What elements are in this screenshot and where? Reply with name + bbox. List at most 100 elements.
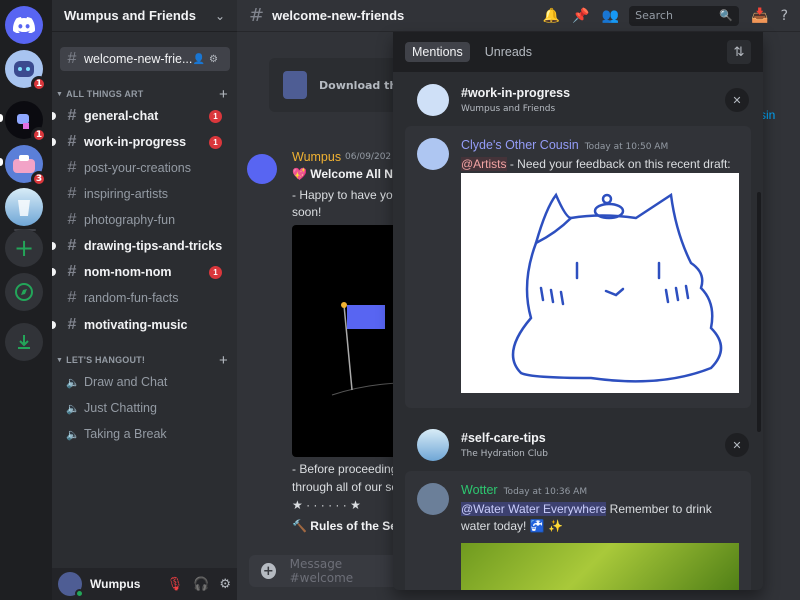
category-lets-hangout[interactable]: ▼ LET'S HANGOUT! + [56,352,232,369]
tab-mentions[interactable]: Mentions [405,42,470,62]
image-attachment[interactable] [461,173,739,393]
category-label: ALL THINGS ART [66,89,144,99]
channel-nom-nom-nom[interactable]: # nom-nom-nom 1 [52,260,230,284]
category-all-things-art[interactable]: ▼ ALL THINGS ART + [56,86,232,103]
message-author[interactable]: Wumpus [292,150,341,164]
avatar[interactable] [417,138,449,170]
message-line: through all of our se [292,480,399,494]
hash-icon: # [67,185,77,202]
avatar[interactable] [417,483,449,515]
mention-group-header: #self-care-tips The Hydration Club ✕ [405,429,749,467]
channel-label: post-your-creations [84,161,191,175]
server-mention-badge: 3 [31,171,47,187]
server-mention-badge: 1 [31,76,47,92]
bell-icon[interactable]: 🔔 [543,8,560,24]
channel-general-chat[interactable]: # general-chat 1 [52,104,230,128]
server-icon[interactable] [417,84,449,116]
server-icon-wumpus[interactable]: 1 [5,50,47,92]
channel-post-your-creations[interactable]: # post-your-creations [60,156,230,180]
channel-drawing-tips-and-tricks[interactable]: # drawing-tips-and-tricks [52,234,230,258]
message-timestamp: Today at 10:36 AM [503,487,588,497]
hash-icon: # [67,289,77,306]
image-attachment[interactable] [461,543,739,590]
message-timestamp: Today at 10:50 AM [584,142,669,152]
author-name[interactable]: Wotter [461,483,498,497]
tab-unreads[interactable]: Unreads [478,42,539,62]
voice-channel-just-chatting[interactable]: 🔈 Just Chatting [60,396,230,420]
channel-photography-fun[interactable]: # photography-fun [60,208,230,232]
hash-icon: # [67,107,77,124]
message-author[interactable]: Wotter Today at 10:36 AM [461,483,587,497]
discord-logo-icon [13,17,35,33]
voice-channel-taking-a-break[interactable]: 🔈 Taking a Break [60,422,230,446]
discord-home-button[interactable] [5,6,43,44]
role-mention[interactable]: @Artists [461,157,507,171]
message-author[interactable]: Clyde's Other Cousin Today at 10:50 AM [461,138,668,152]
close-icon[interactable]: ✕ [725,433,749,457]
avatar[interactable] [247,154,277,184]
hash-icon: # [249,5,265,26]
video-embed[interactable] [292,225,398,457]
scrollbar[interactable] [757,192,761,432]
avatar[interactable] [58,572,84,598]
add-member-icon[interactable]: 👤 [193,54,209,65]
message-line: ★ · · · · · · ★ [292,498,361,512]
download-apps-button[interactable] [5,323,43,361]
create-channel-icon[interactable]: + [219,352,228,369]
attach-plus-icon[interactable]: + [261,563,276,579]
unread-indicator [52,138,56,146]
message-line: 💖 Welcome All N [292,167,393,181]
role-mention[interactable]: @Water Water Everywhere [461,502,607,516]
channel-label: nom-nom-nom [84,265,172,279]
online-status-icon [75,589,84,598]
channel-sidebar: Wumpus and Friends ⌄ # welcome-new-frie.… [52,0,237,600]
search-icon: 🔍 [719,9,734,22]
help-icon[interactable]: ? [781,8,788,24]
channel-inspiring-artists[interactable]: # inspiring-artists [60,182,230,206]
server-icon-hydration[interactable] [5,188,43,226]
channel-welcome-new-friends[interactable]: # welcome-new-frie... 👤⚙ [60,47,230,71]
voice-channel-draw-and-chat[interactable]: 🔈 Draw and Chat [60,370,230,394]
channel-actions[interactable]: 👤⚙ [193,54,222,65]
author-name[interactable]: Clyde's Other Cousin [461,138,579,152]
server-icon-art[interactable]: 1 [5,101,47,143]
pin-icon[interactable]: 📌 [572,8,589,24]
group-channel-name[interactable]: #work-in-progress [461,86,570,100]
channel-work-in-progress[interactable]: # work-in-progress 1 [52,130,230,154]
chevron-down-icon: ⌄ [214,8,225,23]
close-icon[interactable]: ✕ [725,88,749,112]
add-server-button[interactable]: + [5,229,43,267]
sort-filter-button[interactable]: ⇅ [727,40,751,64]
server-mention-badge: 1 [31,127,47,143]
mentions-popout: Mentions Unreads ⇅ #work-in-progress Wum… [393,32,763,590]
channel-label: welcome-new-frie... [84,52,193,66]
mention-message-card[interactable]: Wotter Today at 10:36 AM @Water Water Eve… [405,471,751,590]
hash-icon: # [67,263,77,280]
guild-header[interactable]: Wumpus and Friends ⌄ [52,0,237,32]
server-icon-games[interactable]: 3 [5,145,47,187]
channel-random-fun-facts[interactable]: # random-fun-facts [60,286,230,310]
inbox-icon[interactable]: 📥 [751,8,768,24]
gear-icon[interactable]: ⚙ [219,577,231,592]
message-composer[interactable]: + Message #welcome [249,555,399,587]
search-input[interactable]: Search 🔍 [629,5,740,26]
channel-label: inspiring-artists [84,187,169,201]
plus-icon: + [13,234,35,262]
app-icon [283,71,307,99]
speaker-icon: 🔈 [66,428,80,441]
explore-servers-button[interactable] [5,273,43,311]
user-panel: Wumpus 🎙 🎧 ⚙ [52,568,237,600]
download-icon [18,335,30,349]
channel-motivating-music[interactable]: # motivating-music [52,313,230,337]
group-channel-name[interactable]: #self-care-tips [461,431,546,445]
members-icon[interactable]: 👥 [602,8,619,24]
headphones-icon[interactable]: 🎧 [193,577,209,592]
gear-icon[interactable]: ⚙ [209,54,222,65]
server-icon[interactable] [417,429,449,461]
compass-icon [15,283,33,301]
mention-badge: 1 [209,135,222,149]
mention-message-card[interactable]: Clyde's Other Cousin Today at 10:50 AM @A… [405,126,751,408]
unread-pill [0,114,3,122]
create-channel-icon[interactable]: + [219,86,228,103]
mute-microphone-icon[interactable]: 🎙 [167,577,184,592]
